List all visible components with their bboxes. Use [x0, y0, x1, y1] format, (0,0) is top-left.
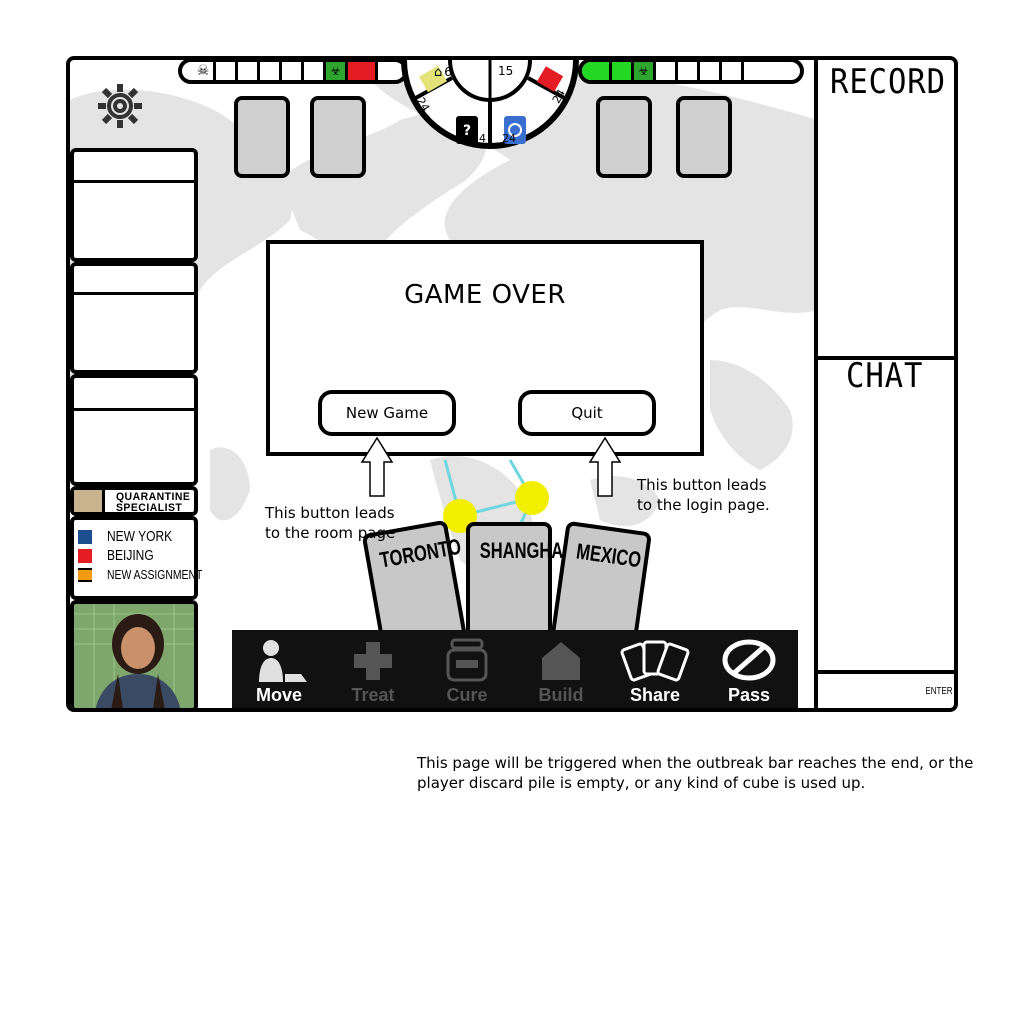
- player-panel[interactable]: [70, 148, 198, 262]
- no-entry-icon: [722, 639, 776, 681]
- infection-cell: [678, 62, 700, 80]
- annotation-line: player discard pile is empty, or any kin…: [417, 774, 866, 792]
- build-button[interactable]: Build: [514, 630, 608, 708]
- card-slot[interactable]: [310, 96, 366, 178]
- treat-button[interactable]: Treat: [326, 630, 420, 708]
- chat-enter-button[interactable]: ENTER: [925, 686, 952, 697]
- pass-label: Pass: [727, 685, 771, 705]
- player-deck-count: 15: [498, 64, 514, 78]
- red-city-icon: [78, 548, 92, 563]
- cure-button[interactable]: Cure: [420, 630, 514, 708]
- city-card-label: BEIJING: [107, 547, 154, 564]
- city-node[interactable]: [515, 481, 549, 515]
- annotation-line: This page will be triggered when the out…: [417, 754, 974, 772]
- pass-button[interactable]: Pass: [702, 630, 796, 708]
- role-avatar: [74, 490, 102, 512]
- house-icon: ⌂: [434, 64, 443, 80]
- svg-text:?: ?: [463, 123, 471, 139]
- outbreak-cell: [282, 62, 304, 80]
- card-slot[interactable]: [676, 96, 732, 178]
- new-game-annotation: This button leads to the room page: [265, 503, 395, 543]
- infection-cell-filled: [612, 62, 634, 80]
- infection-cell: [700, 62, 722, 80]
- gear-icon[interactable]: [96, 82, 144, 134]
- outbreak-cell: [304, 62, 326, 80]
- chat-title: CHAT: [846, 356, 924, 396]
- card-slot[interactable]: [596, 96, 652, 178]
- research-station-count: 6: [444, 65, 452, 79]
- side-panel: RECORD CHAT ENTER: [814, 60, 954, 708]
- outbreak-cell-filled: [348, 62, 378, 80]
- quit-annotation: This button leads to the login page.: [637, 475, 770, 515]
- share-button[interactable]: Share: [608, 630, 702, 708]
- research-station-counter: ⌂ 6: [434, 60, 478, 84]
- quit-button[interactable]: Quit: [518, 390, 656, 436]
- player-portrait: [70, 600, 198, 708]
- player-panel[interactable]: [70, 374, 198, 486]
- skull-icon: ☠: [196, 63, 210, 79]
- annotation-line: to the login page.: [637, 496, 770, 514]
- annotation-line: This button leads: [637, 476, 767, 494]
- city-card-items: NEW YORK BEIJING NEW ASSIGNMENT: [78, 527, 226, 584]
- city-card-label: NEW YORK: [107, 528, 173, 545]
- player-deck-remaining: 24: [472, 132, 486, 145]
- up-arrow-icon: [588, 436, 622, 497]
- game-over-dialog: GAME OVER New Game Quit: [266, 240, 704, 456]
- event-card-icon: [78, 567, 92, 582]
- biohazard-icon: ☣: [326, 62, 348, 80]
- dialog-title: GAME OVER: [404, 280, 566, 310]
- move-label: Move: [255, 685, 302, 705]
- trigger-annotation: This page will be triggered when the out…: [417, 753, 973, 793]
- action-bar: Move Treat Cure Build Share Pass: [232, 630, 798, 708]
- infection-cell-filled: [582, 62, 612, 80]
- role-name: QUARANTINE SPECIALIST: [116, 492, 190, 514]
- record-title: RECORD: [830, 62, 946, 102]
- player-deck-counter: 15: [498, 64, 513, 78]
- player-panel[interactable]: [70, 262, 198, 374]
- role-name-line2: SPECIALIST: [115, 502, 183, 514]
- treat-label: Treat: [351, 685, 395, 705]
- pawn-icon: [259, 640, 307, 682]
- share-label: Share: [629, 685, 681, 705]
- outbreak-track: ☠ ☣: [178, 60, 408, 84]
- city-card-label: NEW ASSIGNMENT: [107, 567, 203, 582]
- city-card-item[interactable]: BEIJING: [78, 546, 226, 565]
- blue-cube-count: 24: [502, 132, 516, 145]
- outbreak-cell: [260, 62, 282, 80]
- new-game-button[interactable]: New Game: [318, 390, 456, 436]
- move-button[interactable]: Move: [232, 630, 326, 708]
- biohazard-icon: ☣: [634, 62, 656, 80]
- hand-card-label: SHANGHAI: [479, 538, 568, 563]
- cards-icon: [620, 640, 690, 682]
- annotation-line: This button leads: [265, 504, 395, 522]
- hand-card-label: TORONTO: [377, 533, 463, 573]
- outbreak-cell: [238, 62, 260, 80]
- city-card-item[interactable]: NEW YORK: [78, 527, 226, 546]
- infection-cell: [656, 62, 678, 80]
- cure-label: Cure: [446, 685, 488, 705]
- annotation-line: to the room page: [265, 524, 396, 542]
- city-card-item[interactable]: NEW ASSIGNMENT: [78, 565, 226, 584]
- house-icon: [542, 642, 580, 680]
- infection-cell: [722, 62, 744, 80]
- build-label: Build: [538, 685, 584, 705]
- hand-card-label: MEXICO: [574, 538, 643, 573]
- card-slot[interactable]: [234, 96, 290, 178]
- infection-track: ☣: [578, 60, 804, 84]
- blue-city-icon: [78, 529, 92, 544]
- up-arrow-icon: [360, 436, 394, 497]
- plus-icon: [354, 642, 392, 680]
- outbreak-cell: [216, 62, 238, 80]
- vial-icon: [446, 638, 488, 682]
